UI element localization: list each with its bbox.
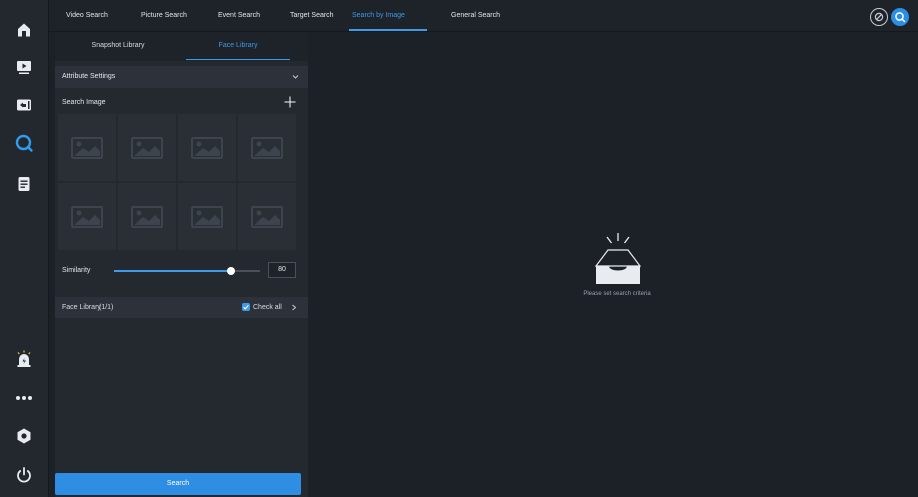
face-library-row[interactable]: Face Library (1/1) Check all xyxy=(55,297,308,318)
satellite-button[interactable] xyxy=(870,8,888,26)
attribute-settings-label: Attribute Settings xyxy=(62,73,116,80)
image-slot-grid xyxy=(58,114,296,251)
back-icon xyxy=(17,99,31,111)
top-right-actions xyxy=(867,7,909,27)
active-tab-indicator xyxy=(349,29,427,31)
playback-icon xyxy=(17,61,31,74)
power-icon xyxy=(17,467,31,483)
similarity-slider-handle[interactable] xyxy=(227,267,235,275)
tab-general-search[interactable]: General Search xyxy=(451,0,500,32)
settings-icon xyxy=(17,428,31,444)
check-all-label[interactable]: Check all xyxy=(253,297,282,318)
subtab-snapshot-library[interactable]: Snapshot Library xyxy=(55,32,181,61)
tab-search-by-image[interactable]: Search by Image xyxy=(352,0,405,32)
search-icon xyxy=(895,12,906,23)
image-placeholder-icon xyxy=(191,205,223,228)
more-icon xyxy=(16,396,32,400)
image-slot[interactable] xyxy=(178,183,236,250)
tab-video-search[interactable]: Video Search xyxy=(66,0,108,32)
playback-button[interactable] xyxy=(10,54,38,80)
tab-picture-search[interactable]: Picture Search xyxy=(141,0,187,32)
face-library-count: (1/1) xyxy=(99,304,114,311)
search-panel: Snapshot Library Face Library Attribute … xyxy=(55,32,308,497)
satellite-icon xyxy=(874,12,884,22)
search-button[interactable] xyxy=(10,130,38,156)
image-placeholder-icon xyxy=(191,136,223,159)
add-image-icon[interactable] xyxy=(284,96,296,108)
image-placeholder-icon xyxy=(71,136,103,159)
library-subtabs: Snapshot Library Face Library xyxy=(55,32,308,61)
image-slot[interactable] xyxy=(238,183,296,250)
image-placeholder-icon xyxy=(251,136,283,159)
global-search-button[interactable] xyxy=(891,8,909,26)
back-button[interactable] xyxy=(10,92,38,118)
similarity-input[interactable]: 80 xyxy=(268,262,296,278)
more-button[interactable] xyxy=(10,385,38,411)
home-button[interactable] xyxy=(10,17,38,43)
check-all-checkbox[interactable] xyxy=(242,303,250,311)
search-image-label: Search Image xyxy=(62,99,106,106)
search-image-header: Search Image xyxy=(55,93,308,113)
active-subtab-indicator xyxy=(186,59,290,60)
image-placeholder-icon xyxy=(131,136,163,159)
empty-state-message: Please set search criteria xyxy=(583,291,651,297)
attribute-settings-header[interactable]: Attribute Settings xyxy=(55,66,308,88)
alarm-button[interactable] xyxy=(10,346,38,372)
chevron-down-icon xyxy=(292,75,299,79)
image-placeholder-icon xyxy=(71,205,103,228)
checkmark-icon xyxy=(243,305,249,310)
home-icon xyxy=(18,23,30,37)
face-library-label: Face Library xyxy=(62,304,101,311)
power-button[interactable] xyxy=(10,462,38,488)
nav-rail xyxy=(0,0,49,497)
top-bar: Video Search Picture Search Event Search… xyxy=(49,0,918,32)
document-button[interactable] xyxy=(10,171,38,197)
image-slot[interactable] xyxy=(118,114,176,181)
image-placeholder-icon xyxy=(131,205,163,228)
tab-event-search[interactable]: Event Search xyxy=(218,0,260,32)
image-slot[interactable] xyxy=(238,114,296,181)
similarity-slider-fill[interactable] xyxy=(114,270,230,272)
empty-tray-icon xyxy=(594,233,642,284)
empty-state: Please set search criteria xyxy=(560,230,680,310)
similarity-label: Similarity xyxy=(62,267,91,274)
document-icon xyxy=(18,177,30,191)
search-submit-button[interactable]: Search xyxy=(55,473,301,495)
search-icon xyxy=(15,134,33,152)
image-slot[interactable] xyxy=(58,183,116,250)
settings-button[interactable] xyxy=(10,423,38,449)
subtab-face-library[interactable]: Face Library xyxy=(175,32,301,61)
image-slot[interactable] xyxy=(58,114,116,181)
image-slot[interactable] xyxy=(118,183,176,250)
image-slot[interactable] xyxy=(178,114,236,181)
image-placeholder-icon xyxy=(251,205,283,228)
tab-target-search[interactable]: Target Search xyxy=(290,0,334,32)
alarm-icon xyxy=(17,350,31,367)
chevron-right-icon[interactable] xyxy=(291,304,297,311)
